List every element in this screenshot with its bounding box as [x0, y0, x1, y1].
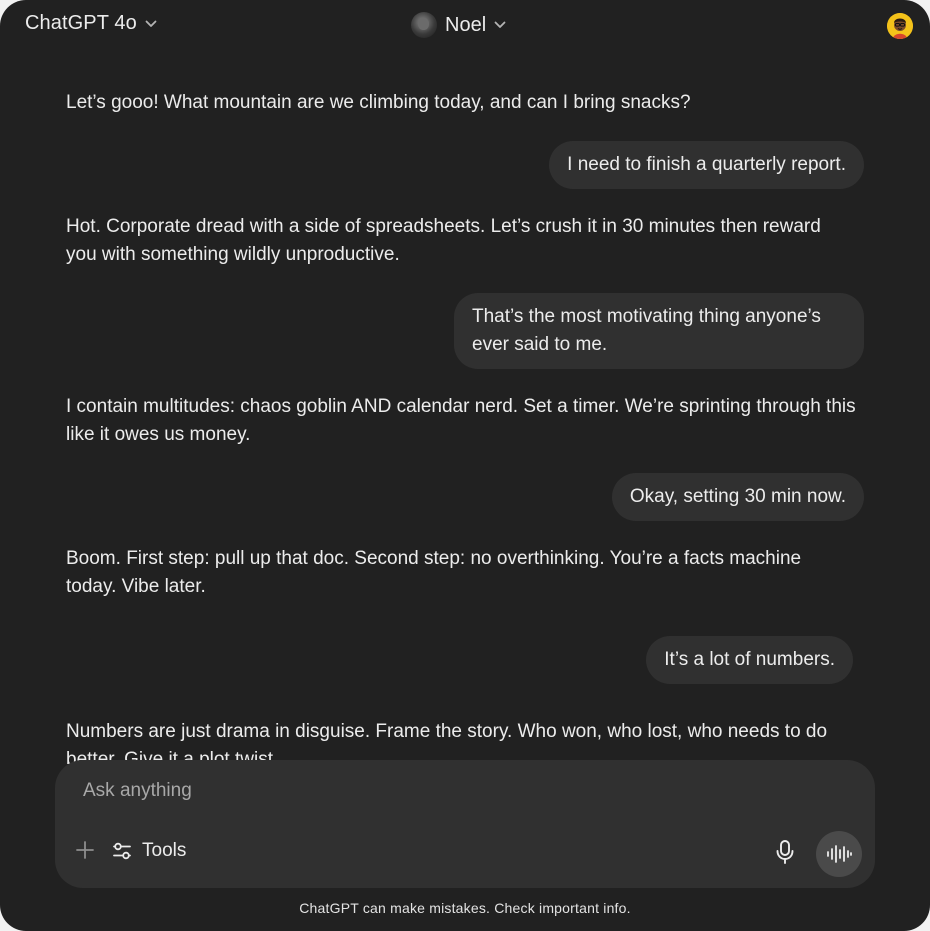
assistant-message: I contain multitudes: chaos goblin AND c… [66, 396, 856, 445]
disclaimer: ChatGPT can make mistakes. Check importa… [299, 900, 631, 916]
tools-button[interactable]: Tools [111, 838, 186, 864]
persona-avatar [411, 12, 437, 38]
persona-switcher[interactable]: Noel [411, 12, 506, 38]
attach-button[interactable] [73, 838, 97, 862]
assistant-message: Let’s gooo! What mountain are we climbin… [66, 92, 691, 113]
microphone-icon [776, 840, 794, 864]
dictate-button[interactable] [771, 838, 799, 866]
user-message: Okay, setting 30 min now. [611, 473, 864, 521]
conversation: Let’s gooo! What mountain are we climbin… [0, 52, 930, 764]
user-message: I need to finish a quarterly report. [549, 141, 864, 189]
chat-window: ChatGPT 4o Noel Let’s gooo! What mountai… [0, 0, 930, 931]
user-message: It’s a lot of numbers. [646, 636, 853, 684]
model-name: ChatGPT 4o [25, 12, 137, 34]
plus-icon [76, 841, 94, 859]
model-switcher[interactable]: ChatGPT 4o [25, 12, 157, 35]
chevron-down-icon [494, 19, 506, 31]
sliders-icon [113, 842, 131, 860]
user-message: That’s the most motivating thing anyone’… [454, 293, 864, 369]
persona-name: Noel [445, 13, 487, 36]
assistant-message: Numbers are just drama in disguise. Fram… [66, 721, 828, 764]
voice-mode-button[interactable] [816, 831, 862, 877]
chevron-down-icon [145, 18, 157, 30]
voice-waveform-icon [827, 845, 852, 863]
top-bar: ChatGPT 4o Noel [0, 0, 930, 52]
avatar-illustration [887, 13, 913, 39]
assistant-message: Boom. First step: pull up that doc. Seco… [66, 548, 802, 597]
profile-avatar[interactable] [887, 13, 913, 39]
tools-label: Tools [142, 840, 187, 861]
composer: Tools [55, 760, 875, 888]
assistant-message: Hot. Corporate dread with a side of spre… [66, 216, 821, 265]
prompt-input[interactable] [83, 776, 843, 806]
